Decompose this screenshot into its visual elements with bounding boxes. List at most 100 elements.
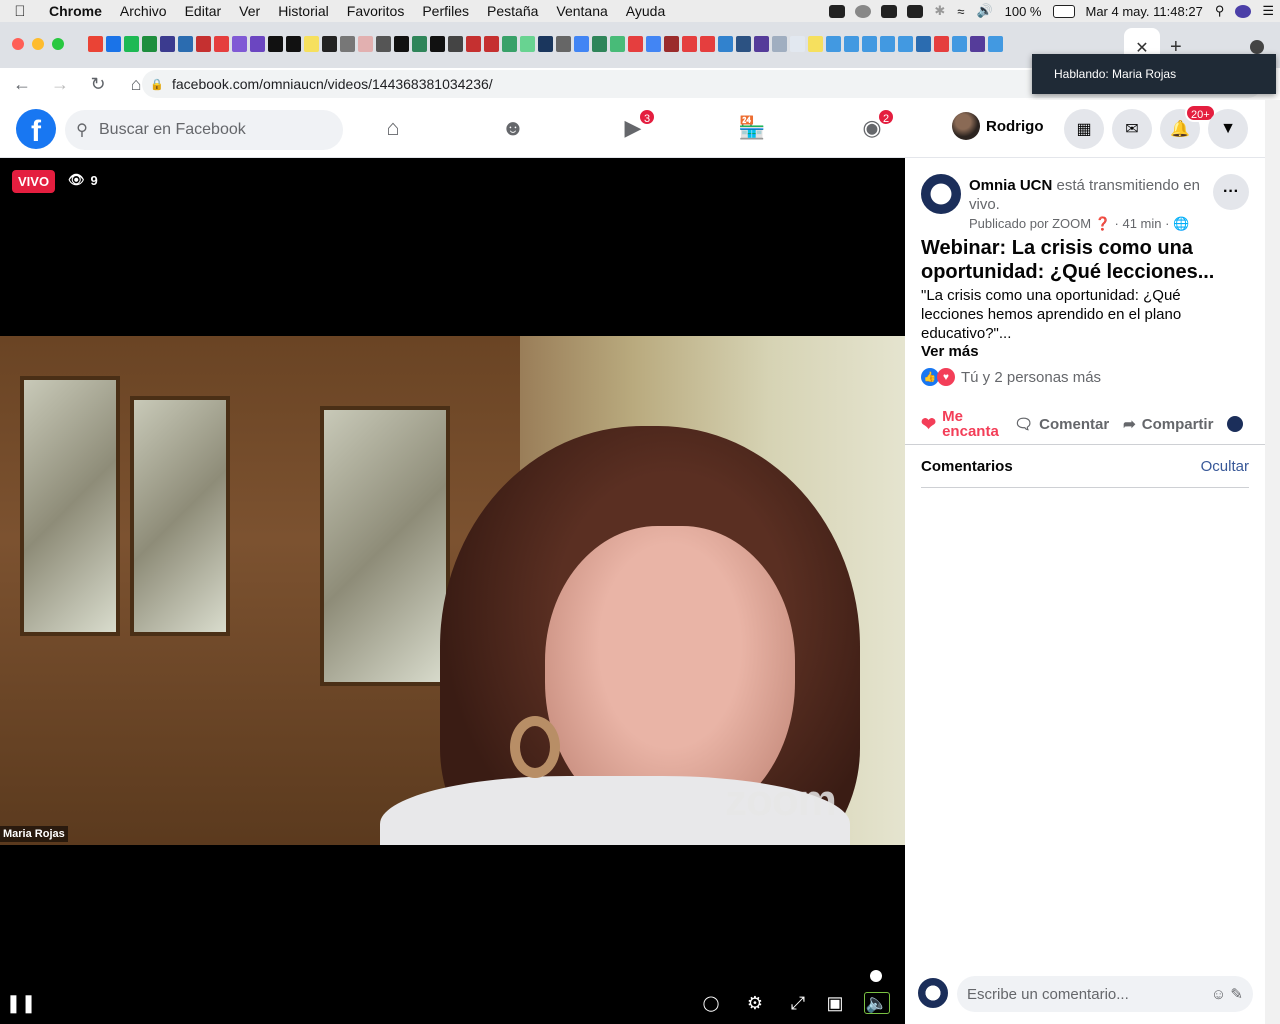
page-scrollbar[interactable] — [1265, 100, 1280, 1024]
marketplace-nav-icon[interactable]: 🏪 — [738, 114, 766, 142]
home-nav-icon[interactable]: ⌂ — [379, 114, 407, 142]
reload-icon[interactable]: ↻ — [82, 74, 114, 95]
tab-icon[interactable] — [772, 36, 787, 52]
battery-icon[interactable] — [1052, 4, 1075, 18]
messenger-icon[interactable]: ✉ — [1112, 109, 1152, 149]
volume-icon[interactable]: 🔊 — [970, 3, 998, 19]
control-center-icon[interactable]: ☰ — [1256, 3, 1280, 19]
minimize-window-button[interactable] — [32, 38, 44, 50]
tab-icon[interactable] — [322, 36, 337, 52]
maximize-window-button[interactable] — [52, 38, 64, 50]
menu-pestana[interactable]: Pestaña — [478, 3, 547, 19]
tab-icon[interactable] — [664, 36, 679, 52]
volume-slider-handle[interactable] — [870, 970, 882, 982]
wifi-icon[interactable]: ≈ — [951, 4, 970, 19]
tab-icon[interactable] — [862, 36, 877, 52]
sticker-icon[interactable]: ✎ — [1230, 986, 1243, 1003]
tab-icon[interactable] — [844, 36, 859, 52]
bluetooth-icon[interactable]: ✱ — [928, 3, 951, 19]
picture-in-picture-icon[interactable]: ▣ — [822, 992, 848, 1014]
tab-icon[interactable] — [646, 36, 661, 52]
tab-icon[interactable] — [124, 36, 139, 52]
back-arrow-icon[interactable]: ← — [6, 74, 38, 95]
comment-input[interactable]: Escribe un comentario... ☺ ✎ — [957, 976, 1253, 1012]
menu-ver[interactable]: Ver — [230, 3, 269, 19]
live-chat-icon[interactable]: ◯ — [698, 992, 724, 1014]
zoom-status-icon[interactable] — [829, 4, 846, 18]
fullscreen-icon[interactable]: ⤢ — [785, 992, 811, 1014]
drive-icon[interactable] — [907, 4, 924, 18]
emoji-icon[interactable]: ☺ — [1211, 986, 1226, 1003]
facebook-logo-icon[interactable]: f — [16, 109, 56, 149]
tab-icon[interactable] — [448, 36, 463, 52]
siri-icon[interactable] — [1235, 4, 1252, 18]
spotlight-search-icon[interactable]: ⚲ — [1209, 3, 1231, 19]
tab-icon[interactable] — [934, 36, 949, 52]
tab-icon[interactable] — [502, 36, 517, 52]
menu-favoritos[interactable]: Favoritos — [338, 3, 414, 19]
tab-icon[interactable] — [808, 36, 823, 52]
more-options-icon[interactable]: ··· — [1213, 174, 1249, 210]
post-time[interactable]: 41 min — [1122, 216, 1161, 231]
tab-icon[interactable] — [358, 36, 373, 52]
tab-icon[interactable] — [700, 36, 715, 52]
tab-icon[interactable] — [556, 36, 571, 52]
tab-icon[interactable] — [412, 36, 427, 52]
tab-gmail-icon[interactable] — [88, 36, 103, 52]
settings-gear-icon[interactable]: ⚙ — [742, 992, 768, 1014]
tab-icon[interactable] — [682, 36, 697, 52]
creative-cloud-icon[interactable] — [855, 4, 872, 18]
menu-editar[interactable]: Editar — [176, 3, 231, 19]
malwarebytes-icon[interactable] — [881, 4, 898, 18]
tab-icon[interactable] — [574, 36, 589, 52]
tab-icon[interactable] — [754, 36, 769, 52]
tab-search-icon[interactable] — [1250, 40, 1264, 54]
tab-icon[interactable] — [196, 36, 211, 52]
tab-calendar-icon[interactable] — [106, 36, 121, 52]
tab-icon[interactable] — [916, 36, 931, 52]
tab-icon[interactable] — [394, 36, 409, 52]
tab-icon[interactable] — [178, 36, 193, 52]
tab-icon[interactable] — [970, 36, 985, 52]
tab-icon[interactable] — [232, 36, 247, 52]
tab-icon[interactable] — [610, 36, 625, 52]
menu-historial[interactable]: Historial — [269, 3, 338, 19]
tab-icon[interactable] — [628, 36, 643, 52]
tab-icon[interactable] — [988, 36, 1003, 52]
tab-icon[interactable] — [376, 36, 391, 52]
tab-icon[interactable] — [214, 36, 229, 52]
menu-datetime[interactable]: Mar 4 may. 11:48:27 — [1080, 4, 1209, 19]
tab-icon[interactable] — [304, 36, 319, 52]
menu-grid-icon[interactable]: ▦ — [1064, 109, 1104, 149]
tab-icon[interactable] — [880, 36, 895, 52]
tab-icon[interactable] — [340, 36, 355, 52]
comment-button[interactable]: 🗨 Comentar — [1014, 415, 1109, 434]
tab-icon[interactable] — [466, 36, 481, 52]
page-name[interactable]: Omnia UCN — [969, 177, 1052, 194]
menu-app-name[interactable]: Chrome — [40, 3, 111, 19]
pause-icon[interactable]: ❚❚ — [6, 992, 36, 1014]
help-icon[interactable]: ❓ — [1095, 216, 1111, 231]
tab-icon[interactable] — [592, 36, 607, 52]
reactions-summary[interactable]: 👍 ♥ Tú y 2 personas más — [921, 368, 1101, 386]
account-chevron-down-icon[interactable]: ▼ — [1208, 109, 1248, 149]
tab-icon[interactable] — [790, 36, 805, 52]
see-more-link[interactable]: Ver más — [921, 343, 979, 360]
tab-icon[interactable] — [142, 36, 157, 52]
friends-nav-icon[interactable]: ☻ — [499, 114, 527, 142]
tab-icon[interactable] — [160, 36, 175, 52]
url-text[interactable]: facebook.com/omniaucn/videos/14436838103… — [172, 76, 493, 92]
share-button[interactable]: ➦ Compartir — [1123, 415, 1213, 434]
tab-icon[interactable] — [520, 36, 535, 52]
tab-icon[interactable] — [484, 36, 499, 52]
facebook-search-input[interactable]: ⚲ Buscar en Facebook — [65, 110, 343, 150]
apple-icon[interactable]:  — [0, 3, 40, 20]
tab-icon[interactable] — [268, 36, 283, 52]
menu-ventana[interactable]: Ventana — [547, 3, 616, 19]
tab-icon[interactable] — [952, 36, 967, 52]
menu-ayuda[interactable]: Ayuda — [617, 3, 674, 19]
tab-icon[interactable] — [538, 36, 553, 52]
page-avatar-small[interactable] — [1227, 416, 1244, 432]
tab-icon[interactable] — [286, 36, 301, 52]
love-button[interactable]: ❤ Me encanta — [921, 409, 1000, 439]
